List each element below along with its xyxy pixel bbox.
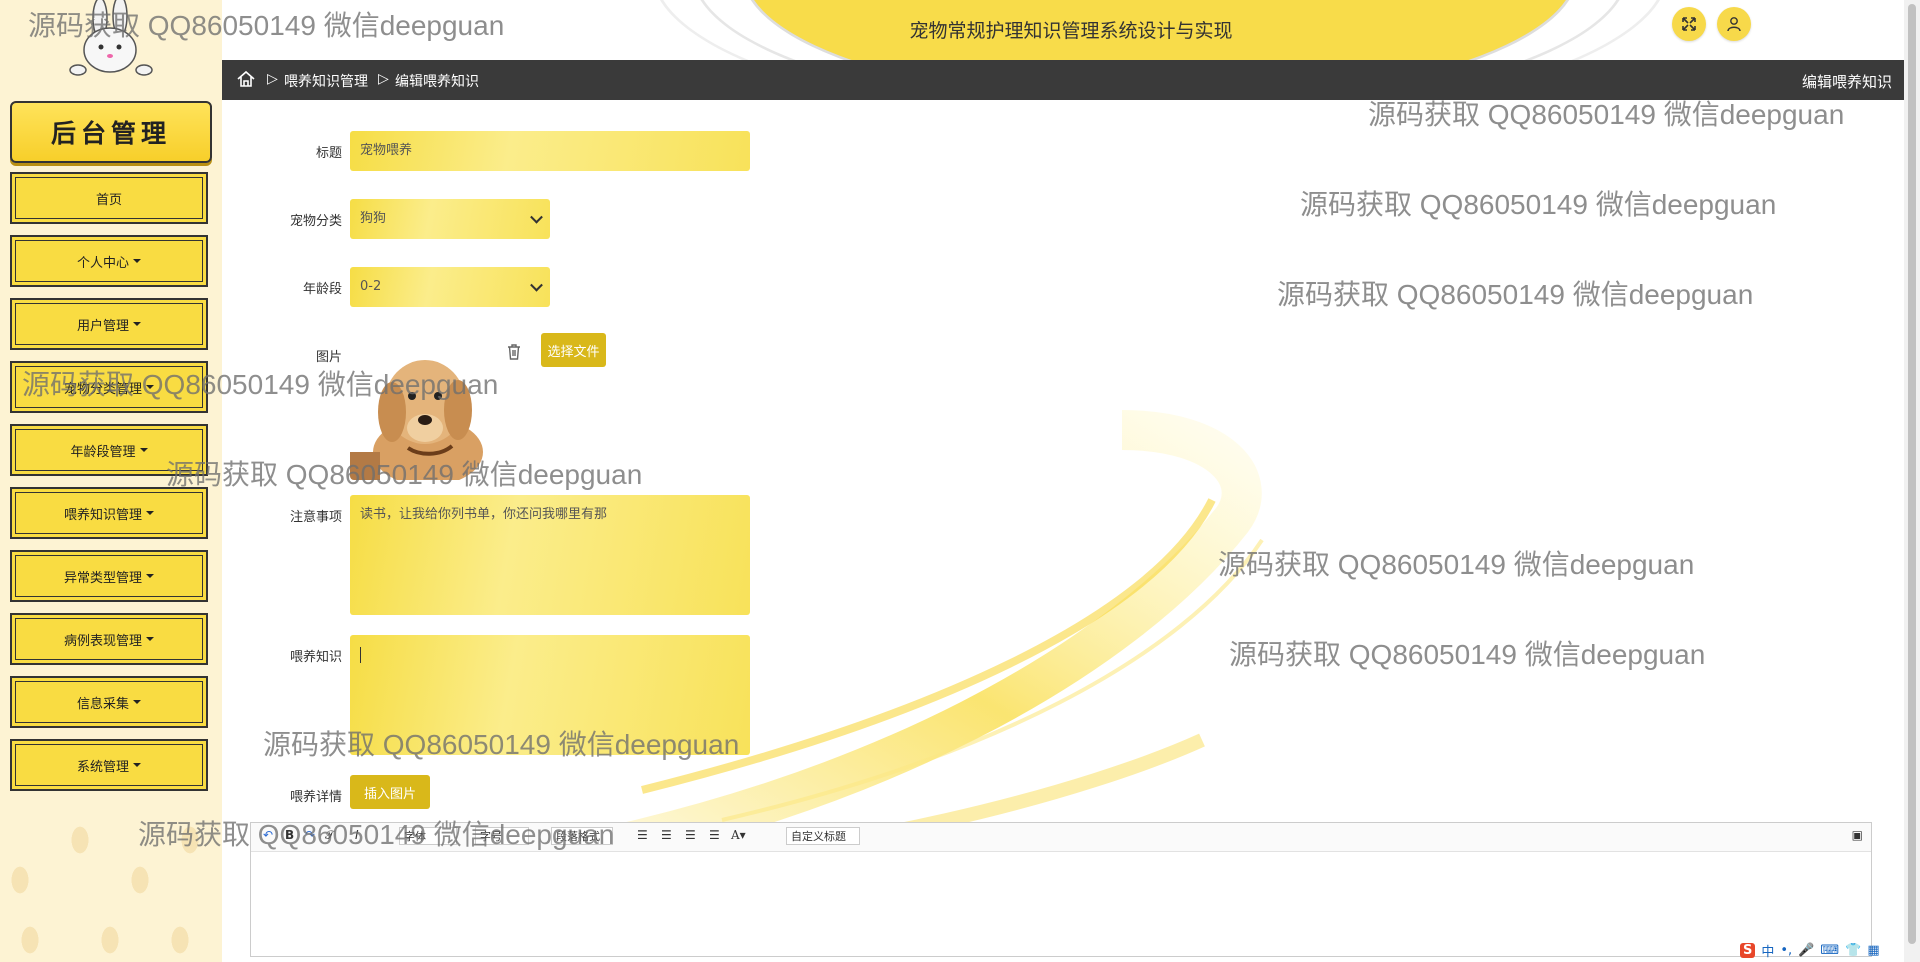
scrollbar-thumb[interactable] bbox=[1908, 4, 1916, 944]
sidebar-item-abnormal-type[interactable]: 异常类型管理 bbox=[10, 550, 208, 602]
category-select[interactable]: 狗狗 bbox=[350, 199, 550, 239]
caret-down-icon bbox=[146, 385, 154, 389]
caret-down-icon bbox=[139, 448, 148, 452]
text-cursor bbox=[360, 647, 361, 663]
clear-format-icon[interactable]: 𝒯 bbox=[325, 828, 334, 843]
align-justify-icon[interactable]: ☰ bbox=[709, 828, 720, 842]
sidebar-item-age-group[interactable]: 年龄段管理 bbox=[10, 424, 208, 476]
knowledge-label: 喂养知识 bbox=[289, 650, 342, 665]
caret-down-icon bbox=[146, 511, 154, 515]
align-center-icon[interactable]: ☰ bbox=[661, 828, 672, 842]
ime-mode[interactable]: 中 bbox=[1761, 941, 1774, 960]
custom-title-select[interactable]: 自定义标题 bbox=[786, 827, 860, 845]
insert-image-button[interactable]: 插入图片 bbox=[350, 775, 430, 809]
age-group-label: 年龄段 bbox=[302, 282, 342, 297]
caret-down-icon bbox=[146, 637, 154, 641]
breadcrumb: ▷ 喂养知识管理 ▷ 编辑喂养知识 编辑喂养知识 bbox=[222, 60, 1904, 100]
user-icon bbox=[1727, 17, 1741, 32]
microphone-icon[interactable]: 🎤 bbox=[1798, 943, 1814, 958]
align-left-icon[interactable]: ☰ bbox=[637, 828, 648, 842]
caret-down-icon bbox=[133, 259, 141, 263]
title-label: 标题 bbox=[315, 146, 342, 161]
category-label: 宠物分类 bbox=[289, 214, 342, 229]
sidebar-item-feeding-knowledge[interactable]: 喂养知识管理 bbox=[10, 487, 208, 539]
breadcrumb-item: 编辑喂养知识 bbox=[395, 74, 479, 90]
breadcrumb-separator: ▷ bbox=[378, 71, 389, 87]
sidebar: 后台管理 首页 个人中心 用户管理 宠物分类管理 年龄段管理 喂养知识管理 异常… bbox=[0, 0, 222, 962]
caret-down-icon bbox=[133, 322, 141, 326]
section-title: 编辑喂养知识 bbox=[1801, 73, 1892, 91]
admin-sign: 后台管理 bbox=[10, 101, 212, 163]
caret-down-icon bbox=[133, 763, 141, 767]
paragraph-format-select[interactable]: 段落格式 bbox=[551, 827, 613, 845]
sidebar-item-system[interactable]: 系统管理 bbox=[10, 739, 208, 791]
font-family-select[interactable]: 字体 bbox=[399, 827, 457, 845]
grid-icon[interactable]: ▦ bbox=[1867, 943, 1879, 958]
undo-icon[interactable]: ↶ bbox=[263, 828, 273, 842]
breadcrumb-separator: ▷ bbox=[267, 71, 278, 87]
age-group-select[interactable]: 0-2 bbox=[350, 267, 550, 307]
bold-icon[interactable]: B bbox=[285, 828, 294, 842]
dog-photo bbox=[350, 340, 495, 480]
keyboard-icon[interactable]: ⌨ bbox=[1820, 943, 1839, 958]
detail-label: 喂养详情 bbox=[289, 790, 342, 805]
sidebar-item-personal-center[interactable]: 个人中心 bbox=[10, 235, 208, 287]
title-input[interactable]: 宠物喂养 bbox=[350, 131, 750, 171]
home-icon[interactable] bbox=[236, 69, 256, 89]
punctuation-icon[interactable]: •, bbox=[1780, 943, 1792, 958]
expand-icon bbox=[1682, 17, 1696, 31]
page-scrollbar[interactable] bbox=[1904, 0, 1920, 962]
notes-textarea[interactable]: 读书，让我给你列书单，你还问我哪里有那 bbox=[350, 495, 750, 615]
sidebar-item-home[interactable]: 首页 bbox=[10, 172, 208, 224]
source-code-icon[interactable]: ▣ bbox=[1852, 828, 1863, 842]
caret-down-icon bbox=[133, 700, 141, 704]
caret-down-icon bbox=[146, 574, 154, 578]
fullscreen-button[interactable] bbox=[1672, 7, 1706, 41]
ime-tray: S 中 •, 🎤 ⌨ 👕 ▦ bbox=[1740, 938, 1920, 962]
top-header: 宠物常规护理知识管理系统设计与实现 bbox=[222, 0, 1920, 60]
sidebar-item-case-symptoms[interactable]: 病例表现管理 bbox=[10, 613, 208, 665]
breadcrumb-item[interactable]: 喂养知识管理 bbox=[284, 71, 368, 91]
notes-label: 注意事项 bbox=[289, 510, 342, 525]
knowledge-textarea[interactable] bbox=[350, 635, 750, 755]
page-title: 宠物常规护理知识管理系统设计与实现 bbox=[909, 20, 1233, 42]
chevron-down-icon bbox=[530, 278, 543, 292]
redo-icon[interactable]: ↷ bbox=[305, 828, 315, 842]
font-size-select[interactable]: 字号 bbox=[475, 827, 529, 845]
image-label: 图片 bbox=[315, 350, 342, 365]
sidebar-item-users[interactable]: 用户管理 bbox=[10, 298, 208, 350]
rabbit-mascot-icon bbox=[69, 0, 153, 76]
choose-file-button[interactable]: 选择文件 bbox=[541, 333, 606, 367]
sidebar-item-info-collection[interactable]: 信息采集 bbox=[10, 676, 208, 728]
chevron-down-icon bbox=[530, 210, 543, 224]
trash-icon[interactable] bbox=[506, 343, 522, 361]
skin-icon[interactable]: 👕 bbox=[1845, 943, 1861, 958]
sidebar-item-pet-category[interactable]: 宠物分类管理 bbox=[10, 361, 208, 413]
rich-text-editor[interactable]: ↶ B ↷ 𝒯 I 字体 字号 段落格式 ☰ ☰ ☰ ☰ A▾ 自定义标题 ▣ bbox=[250, 822, 1872, 957]
editor-toolbar: ↶ B ↷ 𝒯 I 字体 字号 段落格式 ☰ ☰ ☰ ☰ A▾ 自定义标题 ▣ bbox=[251, 823, 1871, 852]
font-color-icon[interactable]: A▾ bbox=[731, 828, 746, 842]
align-right-icon[interactable]: ☰ bbox=[685, 828, 696, 842]
sogou-logo-icon[interactable]: S bbox=[1740, 942, 1756, 958]
italic-icon[interactable]: I bbox=[355, 828, 359, 842]
user-button[interactable] bbox=[1717, 7, 1751, 41]
